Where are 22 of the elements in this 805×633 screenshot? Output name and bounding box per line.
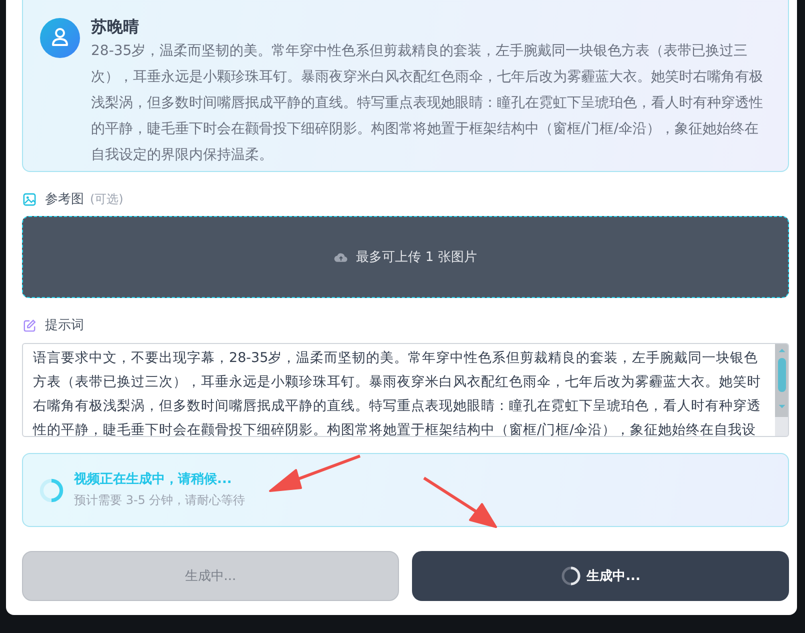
- status-title: 视频正在生成中，请稍候...: [74, 471, 233, 489]
- prompt-label: 提示词: [45, 317, 84, 334]
- upload-hint: 最多可上传 1 张图片: [356, 249, 477, 266]
- cloud-upload-icon: [334, 252, 348, 262]
- reference-label: 参考图: [45, 191, 84, 208]
- status-subtitle: 预计需要 3-5 分钟，请耐心等待: [74, 492, 246, 509]
- scrollbar-thumb[interactable]: [778, 358, 786, 392]
- generate-button[interactable]: 生成中...: [412, 551, 789, 601]
- spinner-icon: [39, 478, 64, 502]
- scroll-up-icon[interactable]: [778, 348, 786, 353]
- character-description: 28-35岁，温柔而坚韧的美。常年穿中性色系但剪裁精良的套装，左手腕戴同一块银色方表（表带已换过三次），耳垂永远是小颗珍珠耳钉。暴雨夜穿米白风衣配红色雨伞，七年后改为雾霾蓝大衣。她笑时右嘴角有极浅梨涡，但多数时间嘴唇抿成平静的直线。特写重点表现她眼睛：瞳孔在霓虹下呈琥珀色，看人时有种穿透性的平静，睫毛垂下时会在颧骨投下细碎阴影。构图常将她置于框架结构中（窗框/门框/伞沿），象征她始终在自我设定的界限内保持温柔。: [91, 42, 764, 165]
- resize-handle[interactable]: [775, 417, 788, 436]
- spinner-icon: [560, 566, 581, 586]
- upload-area[interactable]: 最多可上传 1 张图片: [22, 216, 789, 298]
- edit-icon: [23, 318, 36, 332]
- optional-hint: (可选): [90, 190, 124, 208]
- image-icon: [23, 192, 36, 206]
- character-name: 苏晚晴: [91, 17, 140, 37]
- avatar-icon: [40, 18, 80, 58]
- prompt-field[interactable]: 语言要求中文，不要出现字幕，28-35岁，温柔而坚韧的美。常年穿中性色系但剪裁精良的套装，左手腕戴同一块银色方表（表带已换过三次），耳垂永远是小颗珍珠耳钉。暴雨夜穿米白风衣配红色雨伞，七年后改为雾霾蓝大衣。她笑时右嘴角有极浅梨涡，但多数时间嘴唇抿成平静的直线。特写重点表现她眼睛：瞳孔在霓虹下呈琥珀色，看人时有种穿透性的平静，睫毛垂下时会在颧骨投下细碎阴影。构图常将她置于框架结构中（窗框/门框/伞沿），象征她始终在自我设: [22, 343, 789, 437]
- scroll-down-icon[interactable]: [778, 404, 786, 409]
- scrollbar[interactable]: [775, 344, 788, 436]
